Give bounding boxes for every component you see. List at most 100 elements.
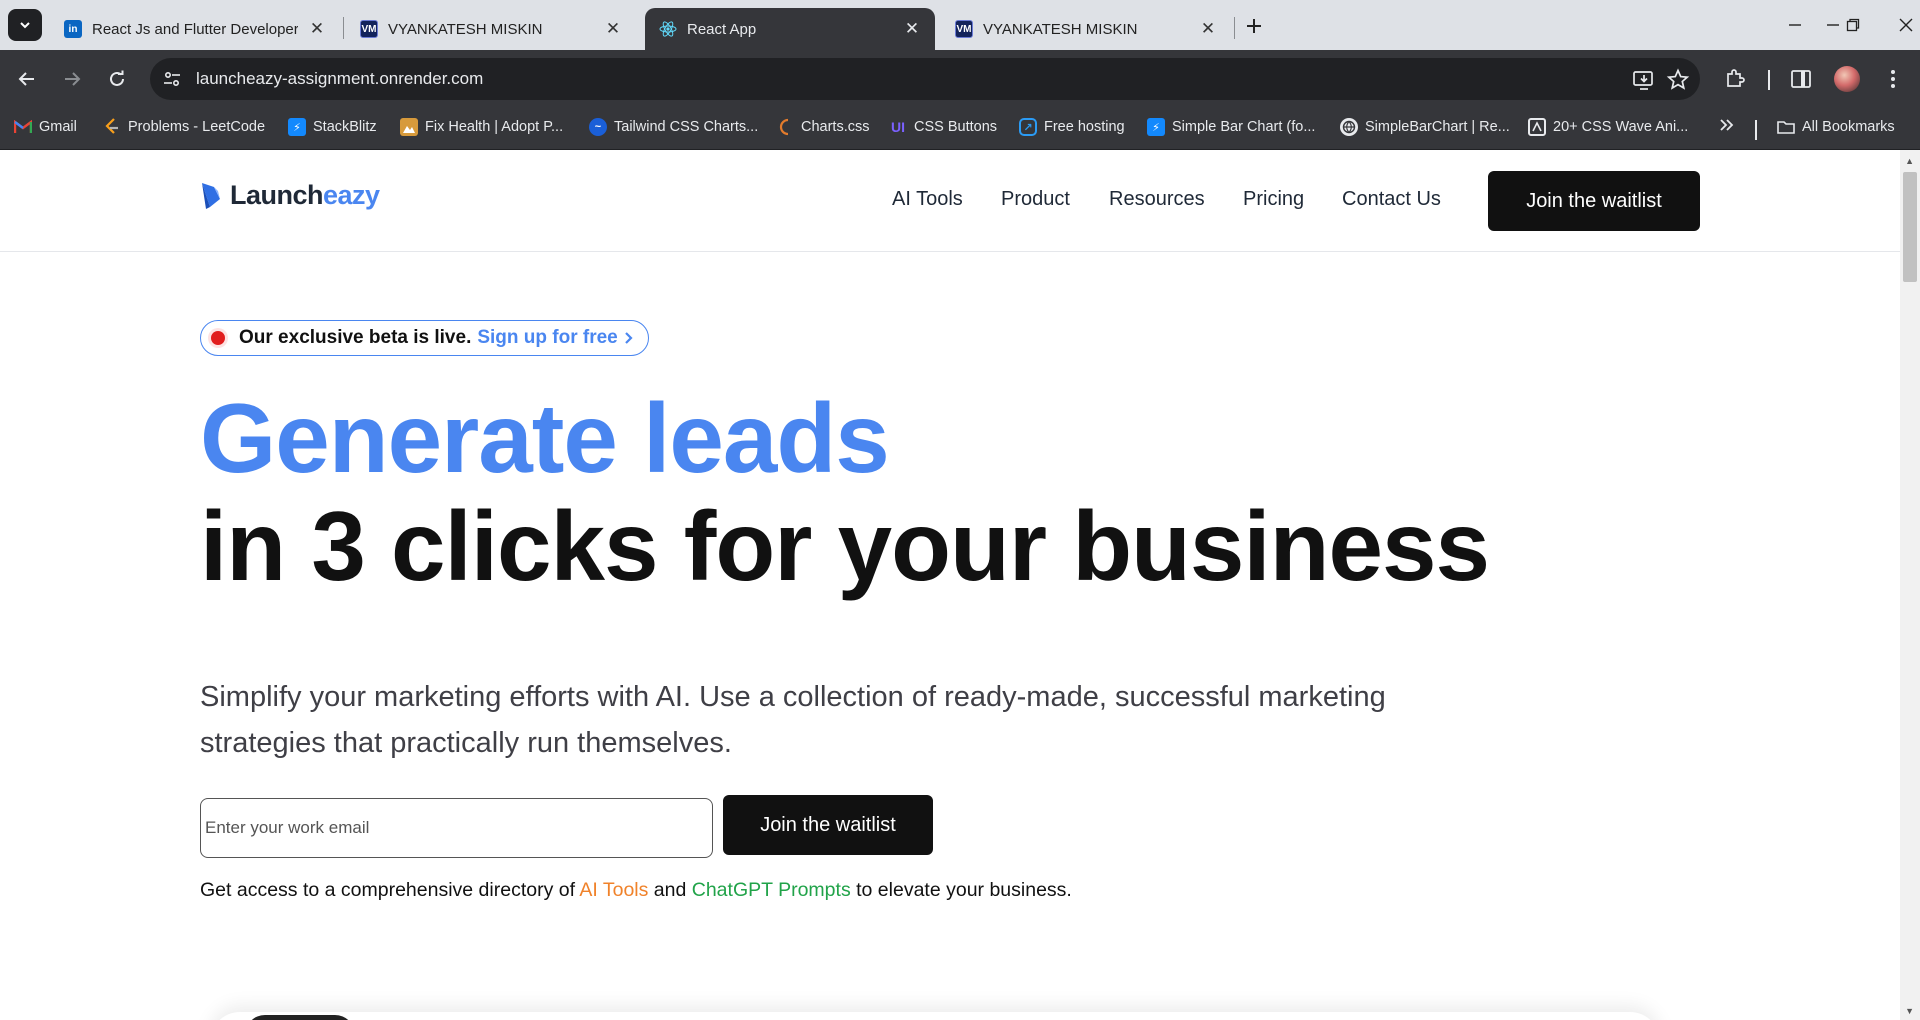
nav-product[interactable]: Product (1001, 188, 1070, 211)
close-icon[interactable]: ✕ (308, 19, 326, 39)
nav-ai-tools[interactable]: AI Tools (892, 188, 963, 211)
bookmark-item[interactable]: 20+ CSS Wave Ani... (1528, 118, 1688, 136)
live-dot-icon (211, 331, 225, 345)
browser-toolbar: launcheazy-assignment.onrender.com (0, 50, 1920, 108)
product-preview-card (210, 1012, 1660, 1020)
profile-avatar[interactable] (1834, 66, 1860, 92)
bookmark-item[interactable]: Problems - LeetCode (103, 118, 265, 136)
folder-icon (1777, 118, 1795, 136)
tab-title: VYANKATESH MISKIN (388, 20, 543, 38)
bookmark-item[interactable]: UI CSS Buttons (889, 118, 997, 136)
window-minimize[interactable] (1775, 10, 1815, 40)
site-settings-icon[interactable] (162, 69, 182, 89)
ai-tools-link[interactable]: AI Tools (579, 879, 648, 901)
close-icon (1899, 18, 1913, 32)
bookmark-item[interactable]: Charts.css (776, 118, 870, 136)
chatgpt-prompts-link[interactable]: ChatGPT Prompts (692, 879, 851, 901)
page-viewport: Launcheazy AI Tools Product Resources Pr… (0, 150, 1920, 1020)
toolbar-divider (1768, 70, 1770, 90)
nav-resources[interactable]: Resources (1109, 188, 1205, 211)
hosting-icon: ↗ (1019, 118, 1037, 136)
tailwind-icon: ~ (589, 118, 607, 136)
tab-search-button[interactable] (8, 9, 42, 41)
logo-mark-icon (202, 182, 220, 209)
logo-accent: eazy (323, 180, 380, 210)
chevron-down-icon (20, 22, 30, 29)
nav-contact-us[interactable]: Contact Us (1342, 188, 1441, 211)
hero-description: Simplify your marketing efforts with AI.… (200, 681, 1386, 759)
kebab-menu-icon (1891, 70, 1895, 88)
tab-divider (1234, 17, 1235, 39)
close-icon[interactable]: ✕ (903, 19, 921, 39)
tab-title: React Js and Flutter Developer | (92, 20, 298, 38)
site-logo[interactable]: Launcheazy (200, 180, 380, 211)
hero-headline-accent: Generate leads (200, 383, 890, 493)
form-join-waitlist-button[interactable]: Join the waitlist (723, 795, 933, 855)
bookmark-label: Tailwind CSS Charts... (614, 119, 759, 135)
extensions-button[interactable] (1722, 66, 1748, 92)
all-bookmarks-button[interactable]: All Bookmarks (1777, 118, 1895, 136)
header-join-waitlist-button[interactable]: Join the waitlist (1488, 171, 1700, 231)
page-scrollbar[interactable]: ▲ ▼ (1900, 150, 1920, 1020)
beta-text: Our exclusive beta is live. (239, 327, 472, 348)
bookmark-item[interactable]: ~ Tailwind CSS Charts... (589, 118, 758, 136)
tab-title: React App (687, 20, 757, 38)
vm-icon: VM (955, 20, 973, 38)
scroll-down-arrow-icon[interactable]: ▼ (1905, 1006, 1914, 1016)
bookmark-item[interactable]: ⚡ StackBlitz (288, 118, 377, 136)
browser-tab[interactable]: VM VYANKATESH MISKIN ✕ (346, 8, 636, 50)
minimize-icon (1789, 24, 1801, 26)
bookmarks-divider (1755, 120, 1757, 140)
plus-icon (1247, 19, 1261, 33)
wave-icon (1528, 118, 1546, 136)
browser-tab[interactable]: in React Js and Flutter Developer | ✕ (50, 8, 340, 50)
bookmarks-bar: Gmail Problems - LeetCode ⚡ StackBlitz F… (0, 108, 1920, 150)
close-icon[interactable]: ✕ (1199, 19, 1217, 39)
beta-signup-link[interactable]: Sign up for free (477, 327, 617, 349)
url-text[interactable]: launcheazy-assignment.onrender.com (196, 69, 483, 89)
nav-pricing[interactable]: Pricing (1243, 188, 1304, 211)
gmail-icon (14, 118, 32, 136)
logo-prefix: Launch (230, 180, 324, 210)
arrow-right-icon (65, 72, 81, 86)
reload-button[interactable] (102, 64, 132, 94)
close-icon[interactable]: ✕ (604, 19, 622, 39)
back-button[interactable] (12, 64, 42, 94)
window-restore[interactable] (1833, 10, 1873, 40)
chartscss-icon (776, 118, 794, 136)
restore-icon (1846, 18, 1860, 32)
beta-announcement-pill[interactable]: Our exclusive beta is live. Sign up for … (200, 320, 649, 356)
browser-tab-active[interactable]: React App ✕ (645, 8, 935, 50)
scroll-up-arrow-icon[interactable]: ▲ (1905, 156, 1914, 166)
access-text-middle: and (648, 879, 692, 901)
work-email-input[interactable] (200, 798, 713, 858)
bookmarks-overflow-button[interactable] (1718, 117, 1734, 133)
bookmark-label: StackBlitz (313, 119, 377, 135)
new-tab-button[interactable] (1240, 12, 1268, 40)
bookmark-item[interactable]: SimpleBarChart | Re... (1340, 118, 1510, 136)
install-app-icon[interactable] (1632, 68, 1656, 92)
bookmark-label: Fix Health | Adopt P... (425, 119, 564, 135)
bookmark-star-icon[interactable] (1666, 68, 1690, 92)
access-text-after: to elevate your business. (850, 879, 1072, 901)
double-chevron-right-icon (1720, 119, 1734, 131)
window-controls (1789, 10, 1920, 40)
arrow-left-icon (18, 72, 34, 86)
forward-button[interactable] (57, 64, 87, 94)
window-close[interactable] (1886, 10, 1920, 40)
browser-tab[interactable]: VM VYANKATESH MISKIN ✕ (941, 8, 1231, 50)
bookmark-item[interactable]: Fix Health | Adopt P... (400, 118, 563, 136)
access-note: Get access to a comprehensive directory … (200, 879, 1072, 902)
bookmark-label: 20+ CSS Wave Ani... (1553, 119, 1689, 135)
address-bar[interactable]: launcheazy-assignment.onrender.com (150, 58, 1700, 100)
scrollbar-thumb[interactable] (1903, 172, 1917, 282)
side-panel-icon (1791, 70, 1811, 88)
bookmark-item[interactable]: ↗ Free hosting (1019, 118, 1125, 136)
tab-title: VYANKATESH MISKIN (983, 20, 1138, 38)
bookmark-label: CSS Buttons (914, 119, 998, 135)
bookmark-label: Charts.css (801, 119, 870, 135)
bookmark-item[interactable]: ⚡ Simple Bar Chart (fo... (1147, 118, 1315, 136)
side-panel-button[interactable] (1788, 66, 1814, 92)
browser-menu-button[interactable] (1880, 66, 1906, 92)
bookmark-item[interactable]: Gmail (14, 118, 77, 136)
